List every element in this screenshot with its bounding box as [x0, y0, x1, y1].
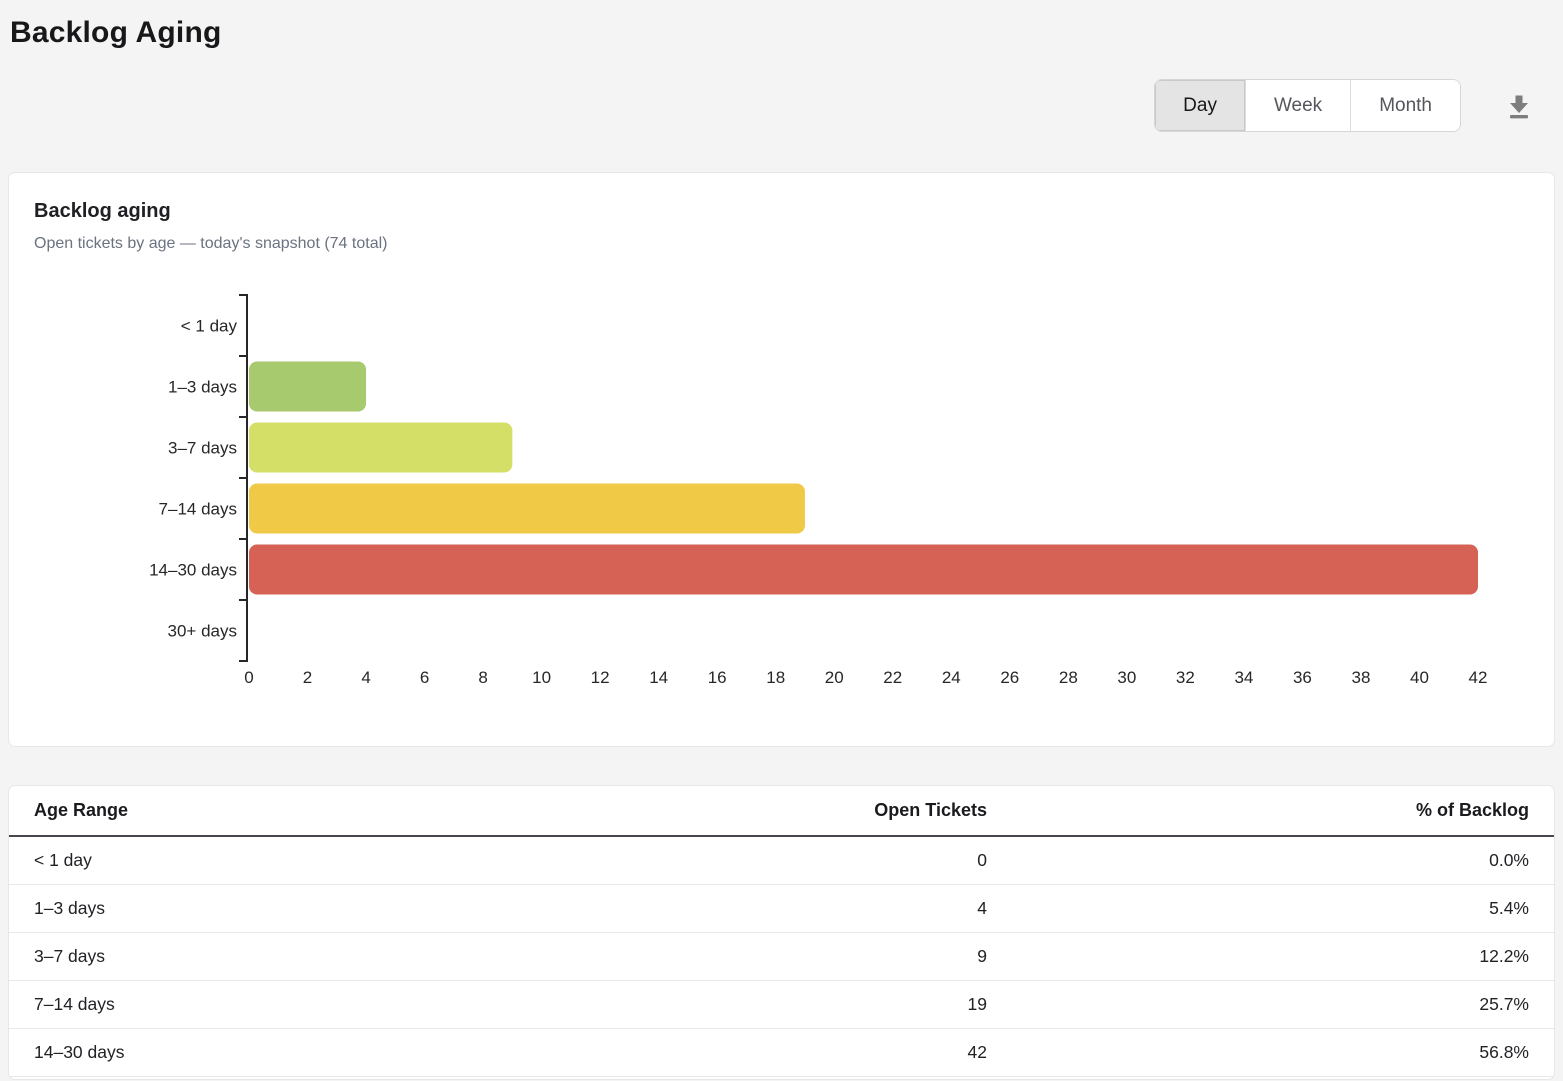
period-option-month[interactable]: Month [1350, 80, 1460, 131]
period-toggle-group: DayWeekMonth [1154, 79, 1461, 132]
x-tick-label: 30 [1117, 668, 1136, 687]
age-range-cell: 7–14 days [9, 981, 627, 1029]
x-tick-label: 14 [649, 668, 668, 687]
table-card: Age Range Open Tickets % of Backlog < 1 … [8, 785, 1555, 1080]
open-tickets-cell: 9 [627, 933, 987, 981]
table-row: 7–14 days1925.7% [9, 981, 1554, 1029]
bar-7-14-days [249, 484, 805, 534]
table-row: 1–3 days45.4% [9, 885, 1554, 933]
download-icon [1505, 92, 1533, 120]
x-tick-label: 10 [532, 668, 551, 687]
table-row: < 1 day00.0% [9, 836, 1554, 885]
age-range-cell: 14–30 days [9, 1029, 627, 1077]
bar-3-7-days [249, 423, 512, 473]
table-row: 14–30 days4256.8% [9, 1029, 1554, 1077]
pct-backlog-cell: 12.2% [987, 933, 1554, 981]
pct-backlog-cell: 56.8% [987, 1029, 1554, 1077]
x-tick-label: 42 [1469, 668, 1488, 687]
x-tick-label: 4 [361, 668, 370, 687]
column-header-pct-backlog: % of Backlog [987, 786, 1554, 836]
age-range-cell: 3–7 days [9, 933, 627, 981]
age-range-cell: < 1 day [9, 836, 627, 885]
period-option-week[interactable]: Week [1245, 80, 1350, 131]
x-tick-label: 22 [883, 668, 902, 687]
age-range-cell: 1–3 days [9, 885, 627, 933]
chart-subtitle: Open tickets by age — today's snapshot (… [34, 233, 1529, 255]
x-tick-label: 24 [942, 668, 961, 687]
category-label: 1–3 days [168, 378, 237, 397]
category-label: < 1 day [181, 317, 238, 336]
column-header-age-range: Age Range [9, 786, 627, 836]
x-tick-label: 18 [766, 668, 785, 687]
x-tick-label: 8 [478, 668, 487, 687]
backlog-aging-bar-chart: < 1 day 1–3 days 3–7 days 7–14 days 14–30 da… [34, 285, 1531, 705]
category-label: 7–14 days [159, 500, 237, 519]
open-tickets-cell: 4 [627, 885, 987, 933]
x-tick-label: 0 [244, 668, 253, 687]
table-row: 3–7 days912.2% [9, 933, 1554, 981]
x-tick-label: 32 [1176, 668, 1195, 687]
open-tickets-cell: 42 [627, 1029, 987, 1077]
period-option-day[interactable]: Day [1155, 80, 1245, 131]
open-tickets-cell: 0 [627, 836, 987, 885]
x-tick-label: 2 [303, 668, 312, 687]
toolbar: DayWeekMonth [8, 79, 1555, 132]
open-tickets-cell: 19 [627, 981, 987, 1029]
x-tick-label: 6 [420, 668, 429, 687]
category-label: 14–30 days [149, 561, 237, 580]
x-tick-label: 36 [1293, 668, 1312, 687]
aging-table: Age Range Open Tickets % of Backlog < 1 … [9, 786, 1554, 1077]
x-tick-label: 12 [591, 668, 610, 687]
x-tick-label: 40 [1410, 668, 1429, 687]
bar-14-30-days [249, 545, 1478, 595]
page-title: Backlog Aging [10, 16, 1555, 50]
category-label: 30+ days [168, 622, 237, 641]
x-tick-label: 34 [1234, 668, 1253, 687]
column-header-open-tickets: Open Tickets [627, 786, 987, 836]
chart-card: Backlog aging Open tickets by age — toda… [8, 172, 1555, 747]
pct-backlog-cell: 25.7% [987, 981, 1554, 1029]
x-tick-label: 28 [1059, 668, 1078, 687]
page: Backlog Aging DayWeekMonth Backlog aging… [0, 16, 1563, 1080]
x-tick-label: 20 [825, 668, 844, 687]
table-header-row: Age Range Open Tickets % of Backlog [9, 786, 1554, 836]
x-tick-label: 26 [1000, 668, 1019, 687]
download-button[interactable] [1501, 88, 1537, 124]
pct-backlog-cell: 5.4% [987, 885, 1554, 933]
chart-area: < 1 day 1–3 days 3–7 days 7–14 days 14–30 da… [34, 285, 1529, 710]
pct-backlog-cell: 0.0% [987, 836, 1554, 885]
category-label: 3–7 days [168, 439, 237, 458]
bar-1-3-days [249, 362, 366, 412]
chart-title: Backlog aging [34, 197, 1529, 225]
x-tick-label: 38 [1351, 668, 1370, 687]
x-tick-label: 16 [708, 668, 727, 687]
